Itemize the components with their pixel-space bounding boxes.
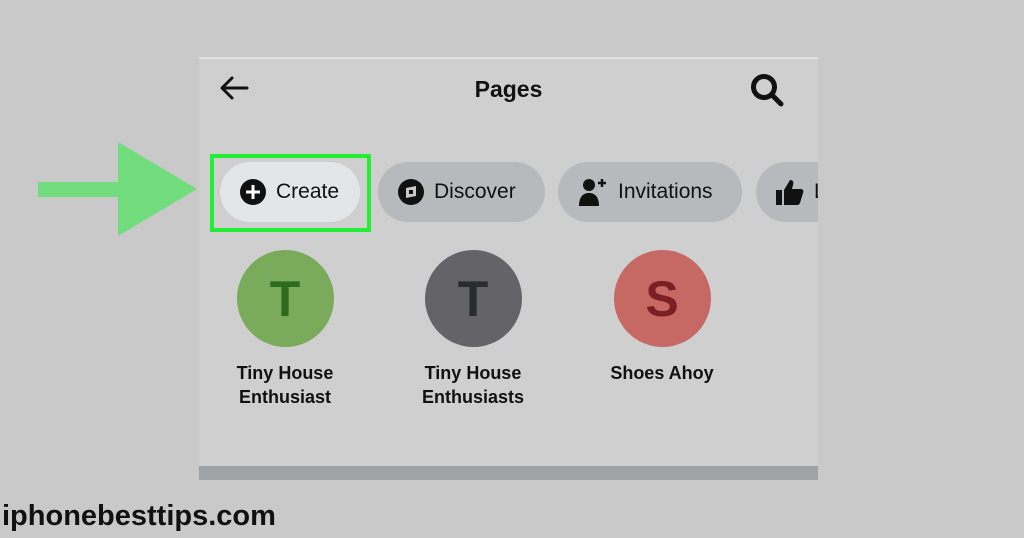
- page-title: Pages: [474, 76, 543, 102]
- page-item-shoes-ahoy[interactable]: S Shoes Ahoy: [587, 250, 737, 385]
- page-item-tiny-house-enthusiasts[interactable]: T Tiny House Enthusiasts: [398, 250, 548, 409]
- invitations-button[interactable]: Invitations: [558, 162, 742, 222]
- pointer-arrow-annotation: [38, 142, 197, 236]
- person-add-icon: [579, 179, 606, 206]
- compass-icon: [398, 179, 424, 205]
- create-highlight-box: [210, 154, 371, 232]
- page-name-line2: Enthusiasts: [421, 387, 525, 407]
- invitations-label: Invitations: [618, 180, 713, 203]
- avatar: T: [236, 250, 334, 347]
- liked-pages-button[interactable]: L: [756, 162, 818, 222]
- discover-button[interactable]: Discover: [378, 162, 545, 222]
- avatar: T: [424, 250, 522, 347]
- page-name: Tiny House Enthusiasts: [398, 361, 548, 409]
- page-name: Shoes Ahoy: [610, 363, 714, 383]
- page-name-line1: Tiny House: [236, 363, 334, 383]
- pages-screen: Pages Create Discover Invitations L T Ti…: [199, 57, 818, 480]
- liked-label: L: [814, 180, 818, 204]
- page-name-line1: Tiny House: [424, 363, 522, 383]
- watermark: iphonebesttips.com: [2, 500, 276, 532]
- avatar: S: [613, 250, 711, 347]
- page-name-line2: Enthusiast: [238, 387, 331, 407]
- page-name: Tiny House Enthusiast: [210, 361, 360, 409]
- bottom-divider: [199, 466, 818, 480]
- page-item-tiny-house-enthusiast[interactable]: T Tiny House Enthusiast: [210, 250, 360, 409]
- thumbs-up-icon: [776, 180, 804, 205]
- search-icon[interactable]: [749, 72, 785, 113]
- discover-label: Discover: [434, 180, 516, 203]
